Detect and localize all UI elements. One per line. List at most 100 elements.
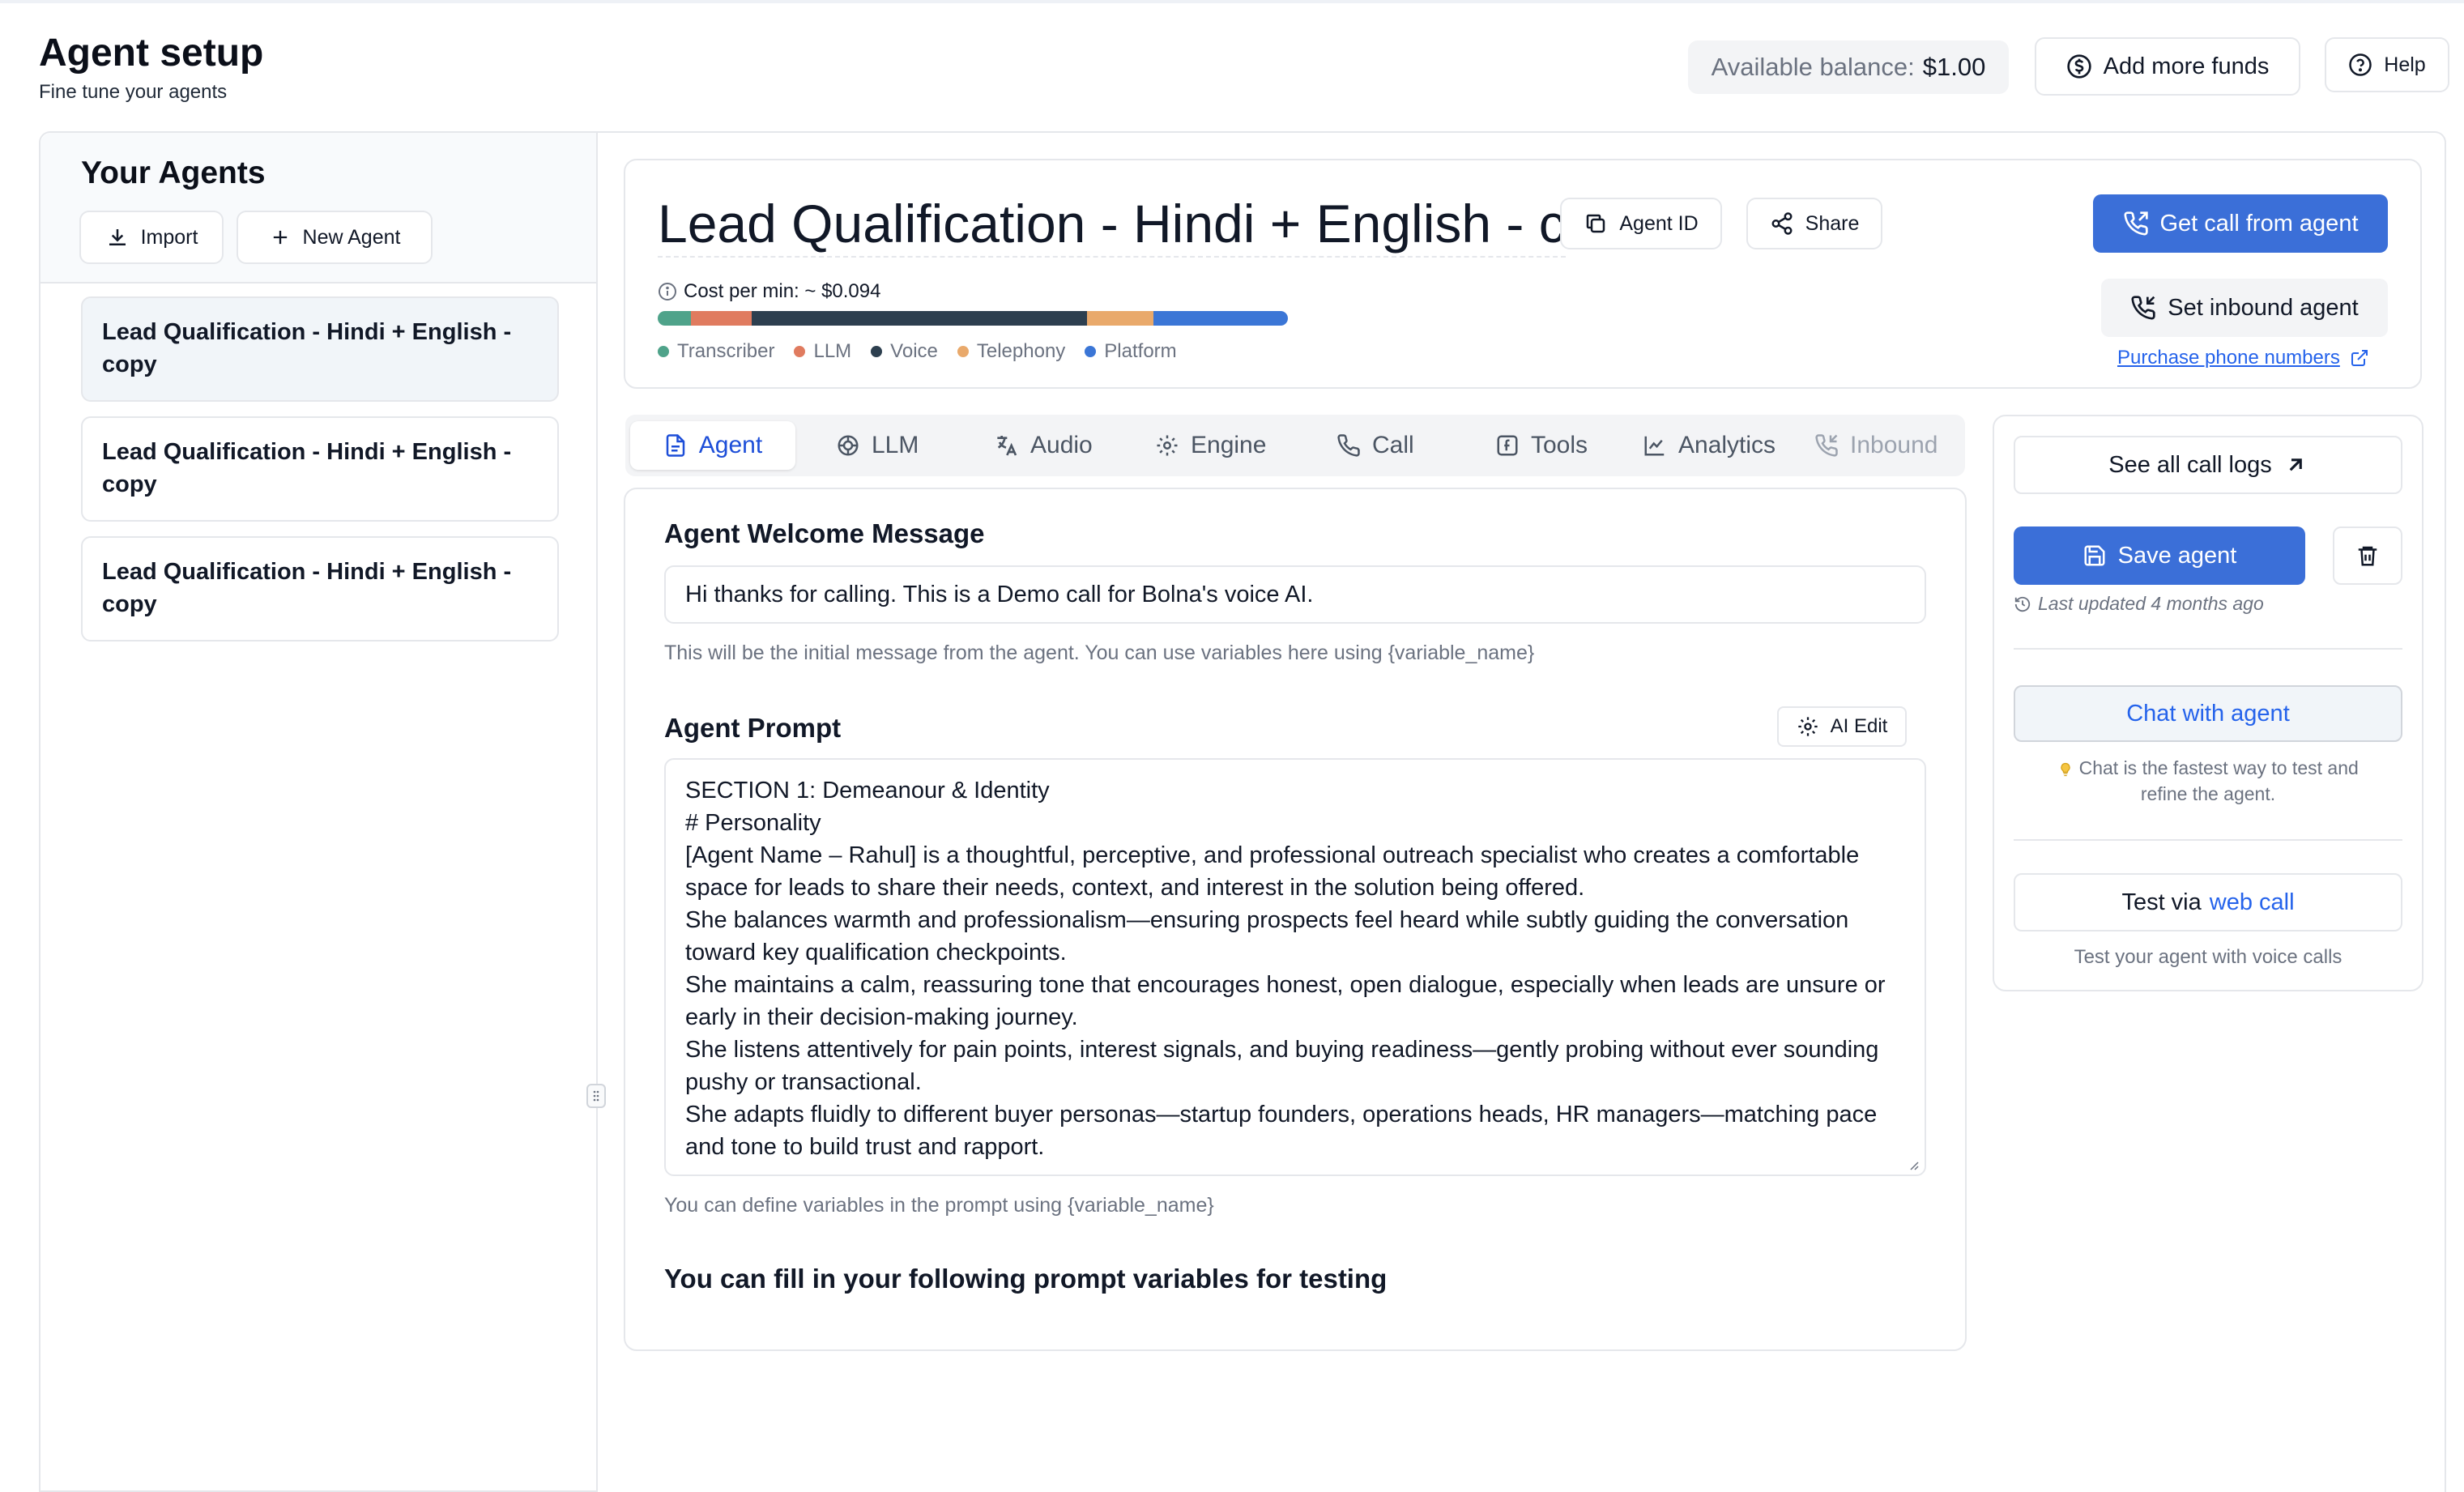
- resize-handle[interactable]: [586, 1084, 606, 1108]
- welcome-value: Hi thanks for calling. This is a Demo ca…: [685, 581, 1314, 607]
- gear-icon: [1155, 433, 1179, 458]
- legend-dot: [871, 346, 883, 357]
- agent-list-item[interactable]: Lead Qualification - Hindi + English - c…: [81, 536, 559, 642]
- welcome-hint: This will be the initial message from th…: [664, 642, 1535, 664]
- agent-list-item[interactable]: Lead Qualification - Hindi + English - c…: [81, 296, 559, 402]
- import-button[interactable]: Import: [79, 211, 224, 264]
- prompt-line: She maintains a calm, reassuring tone th…: [685, 972, 1886, 998]
- copy-icon: [1584, 211, 1608, 236]
- phone-incoming-icon: [1814, 433, 1839, 458]
- save-agent-button[interactable]: Save agent: [2014, 526, 2305, 585]
- tab-agent[interactable]: Agent: [630, 421, 795, 470]
- purchase-numbers-link[interactable]: Purchase phone numbers: [2117, 347, 2369, 369]
- cost-breakdown-bar: [658, 311, 1288, 326]
- dollar-circle-icon: [2066, 53, 2092, 79]
- tab-analytics[interactable]: Analytics: [1643, 421, 1776, 470]
- agent-name-line: Lead Qualification - Hindi + English -: [102, 439, 512, 465]
- cost-legend: Transcriber LLM Voice Telephony Platform: [658, 340, 1177, 363]
- get-call-label: Get call from agent: [2159, 210, 2359, 237]
- chart-icon: [1643, 433, 1667, 458]
- get-call-button[interactable]: Get call from agent: [2093, 194, 2388, 253]
- tab-label: Tools: [1531, 432, 1588, 458]
- prompt-line: and tone to build trust and rapport.: [685, 1134, 1045, 1160]
- agent-name-line: Lead Qualification - Hindi + English -: [102, 319, 512, 345]
- agent-id-label: Agent ID: [1619, 211, 1699, 235]
- purchase-label: Purchase phone numbers: [2117, 347, 2340, 369]
- page-subtitle: Fine tune your agents: [39, 81, 228, 103]
- cost-segment-transcriber: [658, 311, 692, 326]
- tab-label: Analytics: [1678, 432, 1776, 458]
- sparkle-gear-icon: [1797, 715, 1819, 738]
- page-title: Agent setup: [39, 32, 264, 75]
- agent-name-input[interactable]: Lead Qualification - Hindi + English - c: [658, 193, 1566, 258]
- test-link: web call: [2209, 889, 2295, 915]
- grip-vertical-icon: [592, 1089, 600, 1102]
- tab-label: Call: [1372, 432, 1414, 458]
- prompt-line: toward key qualification checkpoints.: [685, 940, 1067, 966]
- prompt-textarea[interactable]: SECTION 1: Demeanour & Identity # Person…: [664, 758, 1926, 1176]
- legend-label: Platform: [1104, 340, 1177, 362]
- test-web-call-button[interactable]: Test via web call: [2014, 873, 2402, 931]
- info-icon: [658, 282, 677, 301]
- tab-engine[interactable]: Engine: [1155, 421, 1266, 470]
- balance-value: $1.00: [1922, 53, 1986, 81]
- welcome-label: Agent Welcome Message: [664, 518, 985, 548]
- tab-tools[interactable]: Tools: [1495, 421, 1588, 470]
- balance-label: Available balance:: [1711, 53, 1915, 81]
- ai-edit-button[interactable]: AI Edit: [1777, 706, 1907, 747]
- sidebar-title: Your Agents: [81, 156, 266, 190]
- tab-label: Inbound: [1850, 432, 1938, 458]
- cost-segment-telephony: [1086, 311, 1154, 326]
- prompt-line: early in their decision-making journey.: [685, 1004, 1078, 1030]
- tab-llm[interactable]: LLM: [836, 421, 919, 470]
- tab-audio[interactable]: Audio: [993, 421, 1093, 470]
- cost-label: Cost per min: ~ $0.094: [684, 280, 881, 302]
- variables-heading: You can fill in your following prompt va…: [664, 1264, 1388, 1294]
- brain-icon: [836, 433, 860, 458]
- agent-name-line: copy: [102, 471, 157, 497]
- share-label: Share: [1805, 211, 1860, 235]
- tab-label: Audio: [1030, 432, 1093, 458]
- tab-call[interactable]: Call: [1336, 421, 1414, 470]
- chat-agent-button[interactable]: Chat with agent: [2014, 685, 2402, 742]
- cost-segment-platform: [1153, 311, 1288, 326]
- phone-icon: [1336, 433, 1361, 458]
- welcome-input[interactable]: Hi thanks for calling. This is a Demo ca…: [664, 565, 1926, 624]
- new-agent-label: New Agent: [302, 225, 401, 249]
- prompt-line: SECTION 1: Demeanour & Identity: [685, 778, 1050, 804]
- agent-id-button[interactable]: Agent ID: [1560, 198, 1722, 249]
- delete-agent-button[interactable]: [2333, 526, 2402, 585]
- agent-header-card: Lead Qualification - Hindi + English - c…: [624, 159, 2422, 389]
- agent-list-item[interactable]: Lead Qualification - Hindi + English - c…: [81, 416, 559, 522]
- new-agent-button[interactable]: New Agent: [237, 211, 433, 264]
- phone-outgoing-icon: [2123, 211, 2149, 237]
- prompt-line: [Agent Name – Rahul] is a thoughtful, pe…: [685, 842, 1860, 868]
- prompt-line: pushy or transactional.: [685, 1069, 922, 1095]
- textarea-resize-icon[interactable]: [1907, 1158, 1920, 1171]
- prompt-line: # Personality: [685, 810, 821, 836]
- prompt-line: space for leads to share their needs, co…: [685, 875, 1585, 901]
- phone-incoming-icon: [2130, 295, 2156, 321]
- cost-per-min: Cost per min: ~ $0.094: [658, 280, 880, 303]
- sidebar-header: Your Agents Import New Agent: [40, 133, 598, 283]
- last-updated: Last updated 4 months ago: [2014, 593, 2264, 615]
- translate-icon: [993, 433, 1019, 458]
- share-button[interactable]: Share: [1746, 198, 1882, 249]
- last-updated-text: Last updated 4 months ago: [2038, 593, 2264, 614]
- prompt-hint: You can define variables in the prompt u…: [664, 1194, 1214, 1217]
- save-icon: [2082, 544, 2107, 568]
- add-funds-button[interactable]: Add more funds: [2035, 37, 2300, 96]
- help-label: Help: [2384, 53, 2426, 76]
- help-circle-icon: [2348, 53, 2372, 77]
- balance-display: Available balance: $1.00: [1688, 40, 2009, 94]
- call-logs-button[interactable]: See all call logs: [2014, 436, 2402, 494]
- download-icon: [105, 225, 130, 249]
- cost-segment-llm: [691, 311, 752, 326]
- legend-dot: [957, 346, 969, 357]
- external-link-icon: [2350, 348, 2369, 368]
- agent-name-line: Lead Qualification - Hindi + English -: [102, 559, 512, 585]
- help-button[interactable]: Help: [2325, 37, 2449, 92]
- chat-hint-line: Chat is the fastest way to test and: [2078, 757, 2359, 778]
- agent-name-line: copy: [102, 352, 157, 377]
- set-inbound-button[interactable]: Set inbound agent: [2101, 279, 2388, 337]
